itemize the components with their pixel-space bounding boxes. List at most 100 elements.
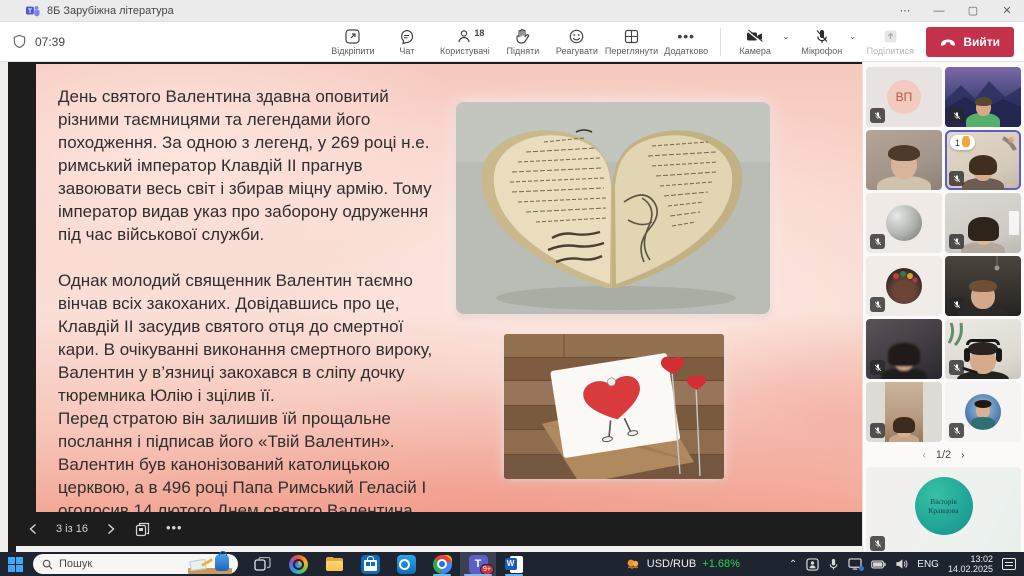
next-slide-button[interactable] bbox=[102, 520, 120, 538]
people-icon: 18 bbox=[456, 28, 473, 45]
tray-mic-icon[interactable] bbox=[828, 558, 839, 571]
mic-off-icon bbox=[949, 234, 964, 249]
camera-button[interactable]: Камера bbox=[729, 23, 781, 61]
participant-initials: ВП bbox=[896, 90, 913, 104]
sidebar-pagination: ‹ 1/2 › bbox=[866, 444, 1021, 466]
presentation-stage: День святого Валентина здавна оповитий р… bbox=[8, 62, 862, 552]
grid-view-button[interactable] bbox=[134, 520, 152, 538]
toolbar-divider bbox=[720, 28, 721, 56]
meeting-timer: 07:39 bbox=[35, 35, 65, 49]
participants-sidebar: ВП bbox=[862, 62, 1024, 552]
pagination-next-button[interactable]: › bbox=[961, 450, 964, 461]
raise-hand-button[interactable]: Підняти bbox=[497, 23, 549, 61]
search-placeholder: Пошук bbox=[59, 558, 182, 570]
clock[interactable]: 13:02 14.02.2025 bbox=[948, 554, 993, 574]
window-maximize-button[interactable]: ▢ bbox=[956, 0, 990, 22]
mic-options-chevron[interactable]: ⌄ bbox=[849, 31, 857, 42]
slide-position: 3 із 16 bbox=[56, 523, 88, 535]
task-view-button[interactable] bbox=[244, 552, 280, 576]
mic-off-icon bbox=[870, 423, 885, 438]
view-grid-icon bbox=[623, 28, 640, 45]
titlebar: T 8Б Зарубіжна література ⋯ — ▢ ✕ bbox=[0, 0, 1024, 22]
camera-options-chevron[interactable]: ⌄ bbox=[782, 31, 790, 42]
participant-tile-initials[interactable]: ВП bbox=[866, 67, 942, 127]
mic-off-icon bbox=[949, 297, 964, 312]
tray-display-icon[interactable] bbox=[848, 558, 862, 570]
notification-center-icon[interactable] bbox=[1002, 558, 1016, 570]
file-explorer-button[interactable] bbox=[316, 552, 352, 576]
microsoft-store-icon bbox=[361, 555, 380, 574]
participant-tile-avatar[interactable] bbox=[866, 193, 942, 253]
microphone-button[interactable]: Мікрофон bbox=[796, 23, 848, 61]
chat-icon bbox=[398, 28, 415, 45]
microsoft-store-button[interactable] bbox=[352, 552, 388, 576]
share-icon bbox=[882, 28, 899, 45]
participants-button[interactable]: 18 Користувачі bbox=[435, 23, 495, 61]
tray-volume-icon[interactable] bbox=[895, 558, 908, 570]
slide-more-button[interactable]: ••• bbox=[166, 520, 183, 535]
presentation-slide[interactable]: День святого Валентина здавна оповитий р… bbox=[36, 64, 862, 512]
window-more-button[interactable]: ⋯ bbox=[888, 0, 922, 22]
tray-expand-chevron[interactable]: ⌃ bbox=[789, 559, 797, 570]
market-ticker[interactable]: USD/RUB +1.68% bbox=[625, 556, 740, 572]
slide-paragraph-2: Однак молодий священник Валентин таємно … bbox=[58, 269, 498, 512]
participant-tile-video[interactable] bbox=[866, 319, 942, 379]
participant-tile-active-speaker[interactable]: 1 bbox=[945, 130, 1021, 190]
mic-off-icon bbox=[814, 28, 830, 45]
slide-nav-bar: 3 із 16 ••• bbox=[8, 512, 862, 546]
unpin-button[interactable]: Відкріпити bbox=[327, 23, 379, 61]
leave-button[interactable]: Вийти bbox=[926, 27, 1014, 57]
main-area: День святого Валентина здавна оповитий р… bbox=[0, 62, 1024, 552]
mic-off-icon bbox=[870, 234, 885, 249]
share-button[interactable]: Поділитися bbox=[864, 23, 916, 61]
teams-button[interactable]: T 9+ bbox=[460, 552, 496, 576]
chat-button[interactable]: Чат bbox=[381, 23, 433, 61]
word-button[interactable]: W bbox=[496, 552, 532, 576]
prev-slide-button[interactable] bbox=[24, 520, 42, 538]
featured-participant-tile[interactable]: Вікторія Кравцова bbox=[866, 467, 1021, 555]
ticker-change: +1.68% bbox=[702, 558, 740, 570]
left-edge-strip bbox=[0, 62, 8, 552]
tray-battery-icon[interactable] bbox=[871, 560, 886, 569]
file-explorer-icon bbox=[325, 555, 344, 574]
participant-tile-video[interactable] bbox=[945, 256, 1021, 316]
copilot-icon bbox=[289, 555, 308, 574]
start-button[interactable] bbox=[0, 557, 30, 572]
mic-off-icon bbox=[949, 108, 964, 123]
copilot-button[interactable] bbox=[280, 552, 316, 576]
windows-taskbar: Пошук bbox=[0, 552, 1024, 576]
participant-tile-video[interactable] bbox=[945, 67, 1021, 127]
chrome-button[interactable] bbox=[424, 552, 460, 576]
camera-off-icon bbox=[745, 28, 765, 45]
slide-paragraph-1: День святого Валентина здавна оповитий р… bbox=[58, 85, 498, 246]
clock-date: 14.02.2025 bbox=[948, 564, 993, 574]
outlook-button[interactable] bbox=[388, 552, 424, 576]
search-highlight-art bbox=[188, 554, 232, 574]
pagination-prev-button[interactable]: ‹ bbox=[923, 450, 926, 461]
chrome-icon bbox=[433, 555, 452, 574]
windows-logo-icon bbox=[8, 557, 23, 572]
view-button[interactable]: Переглянути bbox=[605, 23, 658, 61]
weather-ticker-icon bbox=[625, 556, 641, 572]
react-button[interactable]: Реагувати bbox=[551, 23, 603, 61]
word-icon: W bbox=[505, 555, 524, 574]
featured-avatar: Вікторія Кравцова bbox=[915, 477, 973, 535]
tray-teams-icon[interactable] bbox=[806, 558, 819, 571]
participant-tile-avatar[interactable] bbox=[945, 382, 1021, 442]
language-indicator[interactable]: ENG bbox=[917, 559, 939, 570]
window-close-button[interactable]: ✕ bbox=[990, 0, 1024, 22]
participant-tile-avatar[interactable] bbox=[866, 256, 942, 316]
participant-tile-video[interactable] bbox=[866, 382, 942, 442]
window-minimize-button[interactable]: — bbox=[922, 0, 956, 22]
raise-hand-icon bbox=[515, 28, 530, 45]
more-actions-button[interactable]: ••• Додатково bbox=[660, 23, 712, 61]
participants-count: 18 bbox=[474, 28, 484, 38]
participant-tile-video[interactable] bbox=[945, 319, 1021, 379]
taskbar-search[interactable]: Пошук bbox=[33, 554, 238, 574]
teams-meeting-window: T 8Б Зарубіжна література ⋯ — ▢ ✕ 07:39 … bbox=[0, 0, 1024, 576]
popout-icon bbox=[344, 28, 361, 45]
participant-tile-video[interactable] bbox=[866, 130, 942, 190]
raised-hand-badge: 1 bbox=[950, 135, 975, 150]
task-view-icon bbox=[254, 557, 271, 572]
participant-tile-video[interactable] bbox=[945, 193, 1021, 253]
